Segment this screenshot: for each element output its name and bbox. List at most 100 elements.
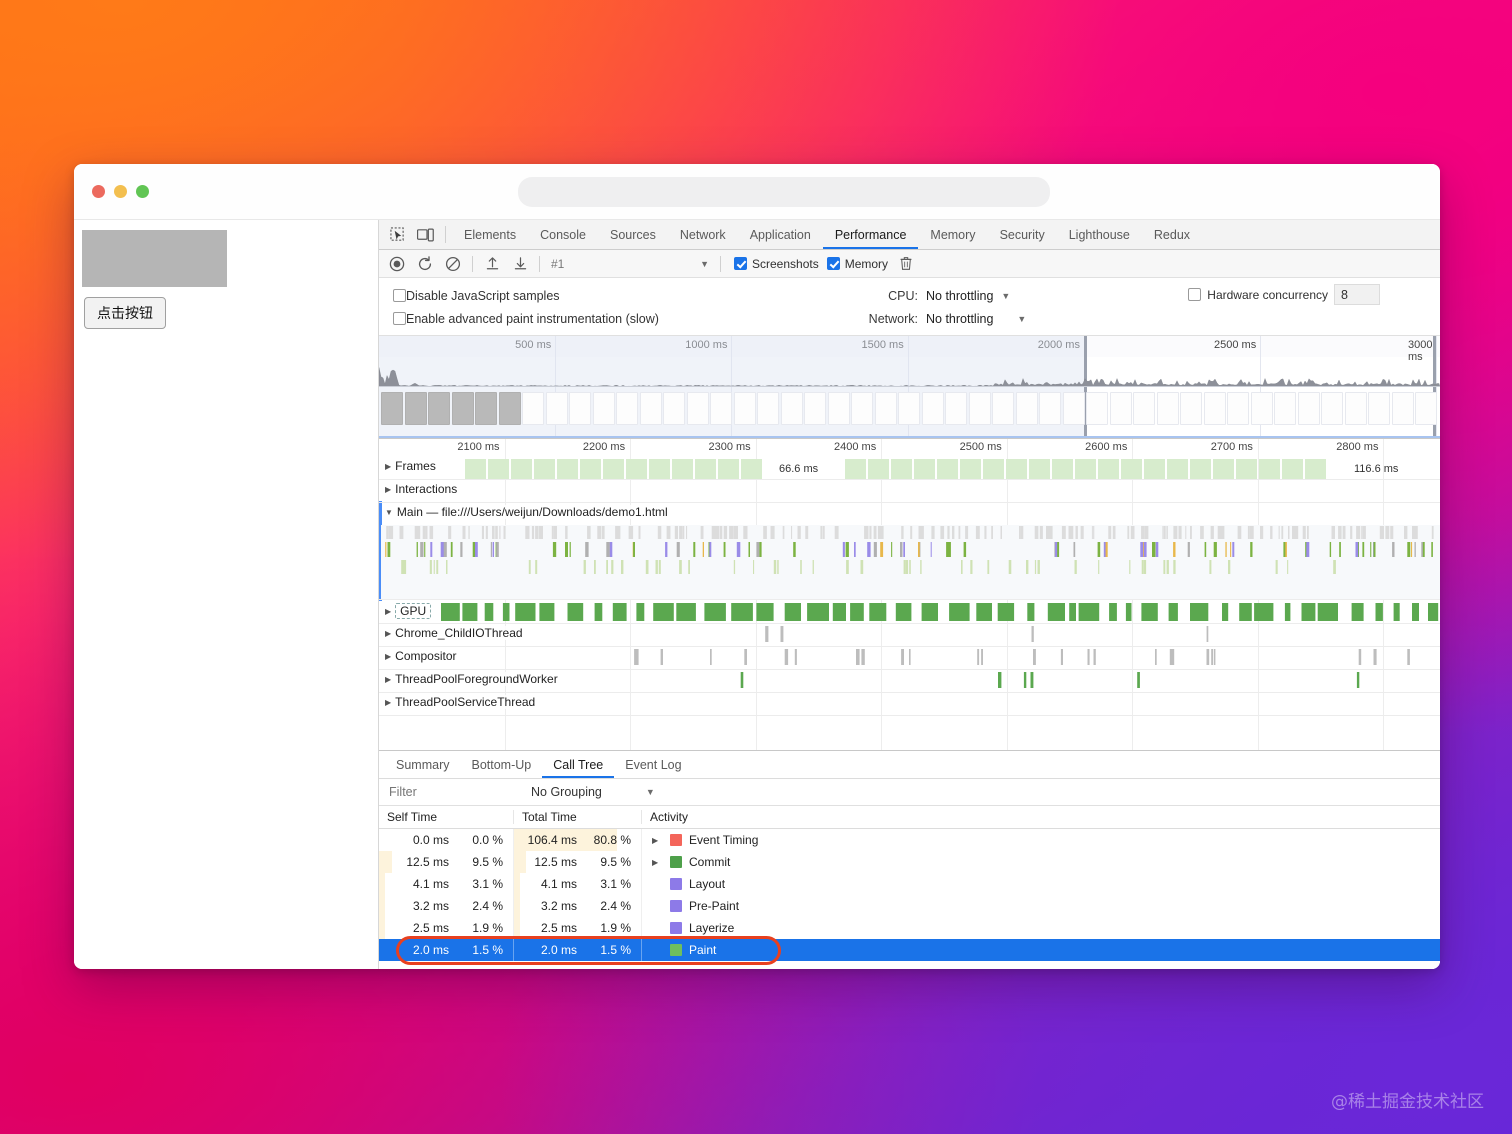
filmstrip-frame[interactable] xyxy=(498,392,521,425)
tab-call-tree[interactable]: Call Tree xyxy=(542,751,614,778)
frame-box[interactable] xyxy=(557,459,579,479)
filmstrip-frame[interactable] xyxy=(1062,392,1085,425)
filmstrip-frame[interactable] xyxy=(1321,392,1343,425)
track-label-threadpoolforegroundworker[interactable]: ▶ ThreadPoolForegroundWorker xyxy=(385,672,562,686)
filmstrip-frame[interactable] xyxy=(1180,392,1202,425)
track-label-main[interactable]: ▼ Main — file:///Users/weijun/Downloads/d… xyxy=(385,505,672,519)
memory-checkbox[interactable]: Memory xyxy=(826,257,888,271)
filmstrip-frame[interactable] xyxy=(1391,392,1414,425)
advanced-paint-checkbox[interactable] xyxy=(393,312,406,325)
filmstrip-frame[interactable] xyxy=(1015,392,1038,425)
tab-console[interactable]: Console xyxy=(528,220,598,249)
thread-track-events[interactable] xyxy=(629,626,1440,642)
table-row[interactable]: 2.5 ms 1.9 % 2.5 ms 1.9 % Layerize xyxy=(379,917,1440,939)
network-throttling-row[interactable]: Network: No throttling ▼ xyxy=(840,307,1440,330)
thread-track-events[interactable] xyxy=(629,649,1440,665)
filmstrip-frame[interactable] xyxy=(1203,392,1226,425)
tab-performance[interactable]: Performance xyxy=(823,220,919,249)
table-row[interactable]: 0.0 ms 0.0 % 106.4 ms 80.8 % ▶ Event Timing xyxy=(379,829,1440,851)
frame-box[interactable] xyxy=(488,459,510,479)
close-window-button[interactable] xyxy=(92,185,105,198)
frame-box[interactable] xyxy=(695,459,717,479)
frame-box[interactable] xyxy=(1167,459,1189,479)
inspect-element-icon[interactable] xyxy=(383,220,411,249)
frame-box[interactable] xyxy=(534,459,556,479)
frame-box[interactable] xyxy=(891,459,913,479)
filmstrip-frame[interactable] xyxy=(1250,392,1273,425)
filmstrip-frame[interactable] xyxy=(827,392,850,425)
filter-input[interactable] xyxy=(389,785,519,799)
filmstrip-frame[interactable] xyxy=(1415,392,1437,425)
disable-js-samples-checkbox[interactable] xyxy=(393,289,406,302)
timeline-overview[interactable]: 500 ms 1000 ms 1500 ms 2000 ms 2500 ms 3000 m… xyxy=(379,336,1440,439)
filmstrip-frame[interactable] xyxy=(780,392,803,425)
filmstrip-frame[interactable] xyxy=(592,392,615,425)
filmstrip-frame[interactable] xyxy=(898,392,920,425)
filmstrip-frame[interactable] xyxy=(1133,392,1155,425)
frame-box[interactable] xyxy=(672,459,694,479)
frame-box[interactable] xyxy=(649,459,671,479)
table-row[interactable]: 12.5 ms 9.5 % 12.5 ms 9.5 % ▶ Commit xyxy=(379,851,1440,873)
frame-box[interactable] xyxy=(983,459,1005,479)
filmstrip-frame[interactable] xyxy=(1086,392,1108,425)
filmstrip-frame[interactable] xyxy=(757,392,779,425)
hardware-concurrency-input[interactable]: 8 xyxy=(1334,284,1380,305)
grouping-selector[interactable]: No Grouping ▼ xyxy=(531,785,655,799)
filmstrip-frame[interactable] xyxy=(1039,392,1061,425)
tab-summary[interactable]: Summary xyxy=(385,751,460,778)
profile-selector[interactable]: #1 ▼ xyxy=(545,257,715,271)
filmstrip-frame[interactable] xyxy=(804,392,826,425)
frame-box[interactable] xyxy=(914,459,936,479)
filmstrip-frame[interactable] xyxy=(404,392,427,425)
frame-box[interactable] xyxy=(845,459,867,479)
frame-box[interactable] xyxy=(511,459,533,479)
filmstrip-frame[interactable] xyxy=(428,392,450,425)
clear-icon[interactable] xyxy=(439,256,467,272)
frame-box[interactable] xyxy=(1190,459,1212,479)
frame-box[interactable] xyxy=(626,459,648,479)
filmstrip-frame[interactable] xyxy=(968,392,991,425)
frame-box[interactable] xyxy=(868,459,890,479)
filmstrip-frame[interactable] xyxy=(1109,392,1132,425)
filmstrip-frame[interactable] xyxy=(1297,392,1320,425)
column-header-self-time[interactable]: Self Time xyxy=(379,810,514,824)
column-header-total-time[interactable]: Total Time xyxy=(514,810,642,824)
filmstrip-frame[interactable] xyxy=(639,392,662,425)
filmstrip-frame[interactable] xyxy=(545,392,568,425)
frame-box[interactable] xyxy=(580,459,602,479)
track-label-compositor[interactable]: ▶ Compositor xyxy=(385,649,461,663)
filmstrip-frame[interactable] xyxy=(663,392,685,425)
filmstrip-frame[interactable] xyxy=(569,392,591,425)
table-row[interactable]: 4.1 ms 3.1 % 4.1 ms 3.1 % Layout xyxy=(379,873,1440,895)
chevron-right-icon[interactable]: ▶ xyxy=(652,858,663,867)
frame-box[interactable] xyxy=(1236,459,1258,479)
frame-box[interactable] xyxy=(603,459,625,479)
frame-box[interactable] xyxy=(1213,459,1235,479)
filmstrip-frame[interactable] xyxy=(733,392,756,425)
frame-box[interactable] xyxy=(1006,459,1028,479)
track-label-interactions[interactable]: ▶ Interactions xyxy=(385,482,462,496)
filmstrip-frame[interactable] xyxy=(475,392,497,425)
thread-track-events[interactable] xyxy=(629,672,1440,688)
address-bar[interactable] xyxy=(518,177,1050,207)
screenshots-checkbox[interactable]: Screenshots xyxy=(734,257,819,271)
device-toolbar-icon[interactable] xyxy=(411,220,439,249)
frame-box[interactable] xyxy=(1282,459,1304,479)
filmstrip-frame[interactable] xyxy=(1344,392,1367,425)
tab-elements[interactable]: Elements xyxy=(452,220,528,249)
frame-box[interactable] xyxy=(1121,459,1143,479)
frame-box[interactable] xyxy=(718,459,740,479)
tab-event-log[interactable]: Event Log xyxy=(614,751,692,778)
filmstrip-frame[interactable] xyxy=(874,392,897,425)
frame-box[interactable] xyxy=(1259,459,1281,479)
filmstrip-frame[interactable] xyxy=(710,392,732,425)
track-label-gpu[interactable]: ▶ GPU xyxy=(385,603,436,619)
filmstrip-frame[interactable] xyxy=(1274,392,1296,425)
frame-box[interactable] xyxy=(741,459,763,479)
gpu-track-events[interactable] xyxy=(439,602,1440,622)
filmstrip-frame[interactable] xyxy=(522,392,544,425)
page-action-button[interactable]: 点击按钮 xyxy=(84,297,166,329)
track-label-chrome_childiothread[interactable]: ▶ Chrome_ChildIOThread xyxy=(385,626,527,640)
frame-box[interactable] xyxy=(937,459,959,479)
track-label-threadpoolservicethread[interactable]: ▶ ThreadPoolServiceThread xyxy=(385,695,540,709)
